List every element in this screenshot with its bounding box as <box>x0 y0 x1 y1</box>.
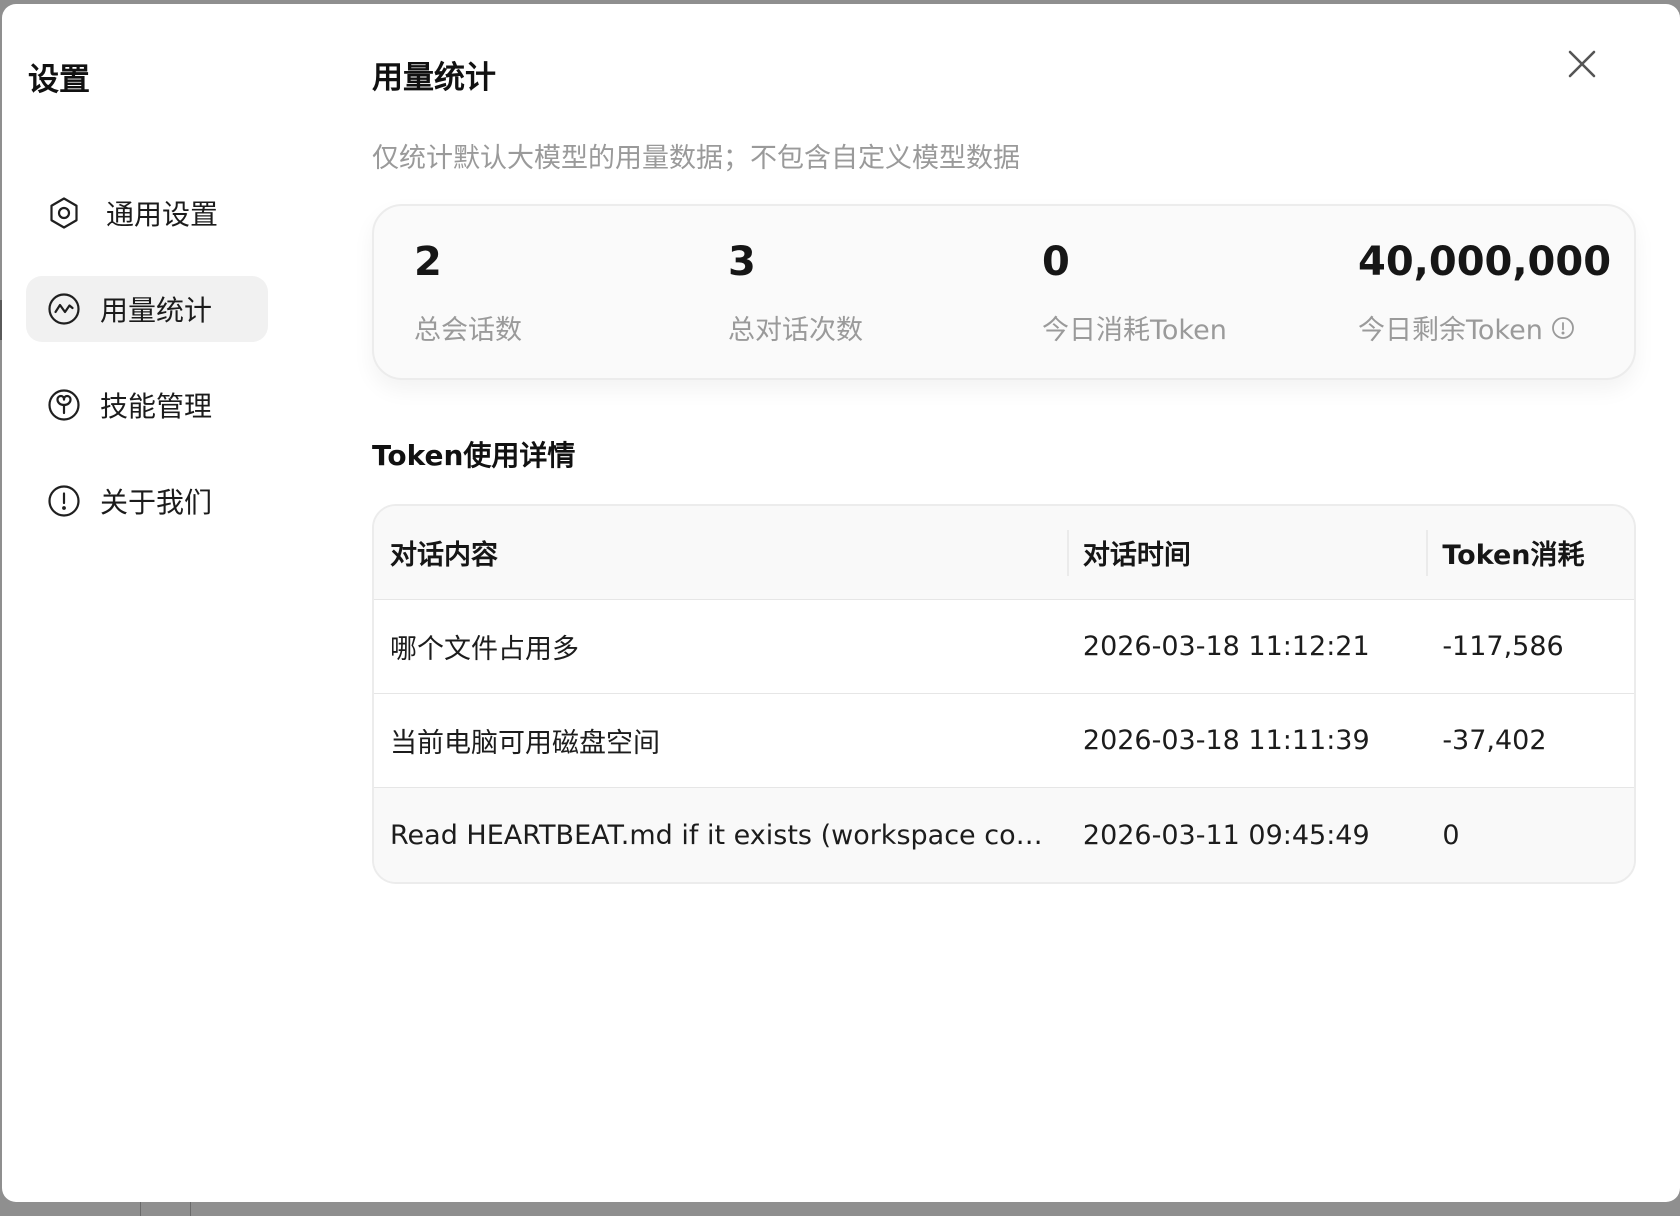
conversation-time-cell: 2026-03-11 09:45:49 <box>1082 819 1370 851</box>
column-header: Token消耗 <box>1426 506 1634 599</box>
sidebar-item-usage-stats[interactable]: 用量统计 <box>26 276 268 342</box>
stat-value: 3 <box>728 239 756 285</box>
table-row: Read HEARTBEAT.md if it exists (workspac… <box>374 788 1634 882</box>
stats-card: 2 总会话数 3 总对话次数 0 今日消耗Token 40,000,000 今日… <box>372 204 1636 380</box>
gear-icon <box>46 195 82 231</box>
stat-label: 今日剩余Token <box>1358 308 1611 347</box>
conversation-content-cell: 当前电脑可用磁盘空间 <box>390 728 660 759</box>
stat-label: 总会话数 <box>414 315 522 346</box>
chart-icon <box>46 291 82 327</box>
settings-sidebar: 设置 通用设置 用量统计 技能管理 关于我们 <box>2 4 292 1202</box>
stat-today-remaining-token: 40,000,000 今日剩余Token <box>1358 236 1611 347</box>
sidebar-item-skill-management[interactable]: 技能管理 <box>26 372 268 438</box>
usage-stats-panel: 用量统计 仅统计默认大模型的用量数据；不包含自定义模型数据 2 总会话数 3 总… <box>372 4 1636 1202</box>
page-title: 用量统计 <box>372 60 496 96</box>
backdrop-divider <box>190 1202 191 1216</box>
table-row: 哪个文件占用多 2026-03-18 11:12:21 -117,586 <box>374 600 1634 694</box>
stat-label: 今日消耗Token <box>1042 315 1227 346</box>
sidebar-item-general-settings[interactable]: 通用设置 <box>26 180 268 246</box>
conversation-time-cell: 2026-03-18 11:11:39 <box>1082 725 1370 756</box>
settings-modal: 设置 通用设置 用量统计 技能管理 关于我们 用量统计 仅统计默认大模型的用量数… <box>2 4 1680 1202</box>
column-header: 对话时间 <box>1066 506 1426 599</box>
stat-total-conversations: 3 总对话次数 <box>728 236 863 347</box>
close-button[interactable] <box>1564 46 1600 82</box>
section-title: Token使用详情 <box>372 439 576 472</box>
conversation-time-cell: 2026-03-18 11:12:21 <box>1082 631 1370 662</box>
stat-total-sessions: 2 总会话数 <box>414 236 522 347</box>
table-header: 对话内容 对话时间 Token消耗 <box>374 506 1634 600</box>
conversation-content-cell: 哪个文件占用多 <box>390 634 579 665</box>
sidebar-item-label: 用量统计 <box>100 294 213 327</box>
sidebar-item-label: 关于我们 <box>100 486 213 519</box>
token-consumption-cell: -37,402 <box>1442 725 1547 756</box>
sidebar-item-about-us[interactable]: 关于我们 <box>26 468 268 534</box>
stat-label: 总对话次数 <box>728 315 863 346</box>
sidebar-item-label: 通用设置 <box>106 198 219 231</box>
table-row: 当前电脑可用磁盘空间 2026-03-18 11:11:39 -37,402 <box>374 694 1634 788</box>
settings-nav: 通用设置 用量统计 技能管理 关于我们 <box>26 180 268 564</box>
skill-icon <box>46 387 82 423</box>
close-icon <box>1568 50 1596 78</box>
stat-today-consumed-token: 0 今日消耗Token <box>1042 236 1227 347</box>
info-icon <box>46 483 82 519</box>
token-usage-table: 对话内容 对话时间 Token消耗 哪个文件占用多 2026-03-18 11:… <box>372 504 1636 884</box>
stat-value: 2 <box>414 239 442 285</box>
column-header: 对话内容 <box>390 540 498 571</box>
backdrop-divider <box>140 1202 141 1216</box>
sidebar-title: 设置 <box>28 62 90 98</box>
stat-value: 0 <box>1042 239 1070 285</box>
conversation-content-cell: Read HEARTBEAT.md if it exists (workspac… <box>390 819 1067 851</box>
stat-value: 40,000,000 <box>1358 239 1612 285</box>
info-tooltip-icon[interactable] <box>1551 316 1575 340</box>
token-consumption-cell: 0 <box>1442 819 1460 851</box>
token-consumption-cell: -117,586 <box>1442 631 1564 662</box>
page-subtitle: 仅统计默认大模型的用量数据；不包含自定义模型数据 <box>372 143 1020 174</box>
sidebar-item-label: 技能管理 <box>100 390 213 423</box>
